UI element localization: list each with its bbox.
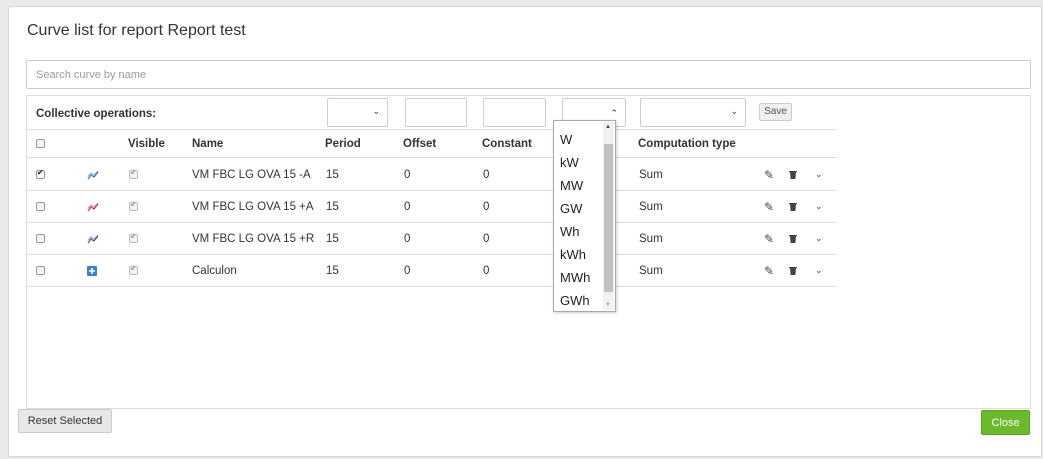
- line-chart-icon: [87, 223, 99, 254]
- visible-checkbox: [129, 232, 138, 243]
- chevron-down-icon[interactable]: ⌄: [815, 255, 823, 286]
- table-header: Visible Name Period Offset Constant Comp…: [27, 129, 837, 158]
- trash-icon[interactable]: [789, 223, 797, 254]
- chevron-down-icon[interactable]: ⌄: [815, 191, 823, 222]
- curve-constant: 0: [483, 168, 490, 181]
- scroll-up-icon[interactable]: ▲: [605, 124, 611, 130]
- collective-operations-label: Collective operations:: [36, 108, 157, 120]
- chevron-down-icon[interactable]: ⌄: [815, 159, 823, 190]
- column-header-visible: Visible: [128, 137, 165, 150]
- select-all-checkbox[interactable]: [36, 139, 45, 148]
- curve-name: VM FBC LG OVA 15 +R: [192, 232, 315, 245]
- pencil-icon[interactable]: ✎: [764, 191, 774, 222]
- pencil-icon[interactable]: ✎: [764, 255, 774, 286]
- table-row: Calculon 15 0 0 Sum ✎ ⌄: [27, 255, 837, 287]
- column-header-computation-type: Computation type: [638, 137, 736, 150]
- curve-name: VM FBC LG OVA 15 +A: [192, 200, 314, 213]
- close-button[interactable]: Close: [981, 410, 1030, 435]
- trash-icon[interactable]: [789, 159, 797, 190]
- row-select-checkbox[interactable]: [36, 202, 45, 211]
- curve-table-panel: Collective operations: ⌄ ⌃ ⌄ Save Visibl…: [26, 95, 1031, 409]
- line-chart-icon: [87, 191, 99, 222]
- unit-option[interactable]: Wh: [560, 224, 580, 239]
- curve-period: 15: [326, 168, 339, 181]
- curve-computation-type: Sum: [639, 264, 663, 277]
- chevron-down-icon[interactable]: ⌄: [815, 223, 823, 254]
- curve-offset: 0: [404, 232, 411, 245]
- collective-offset-input[interactable]: [405, 98, 467, 127]
- table-row: VM FBC LG OVA 15 +A 15 0 0 Sum ✎ ⌄: [27, 191, 837, 223]
- dialog-title: Curve list for report Report test: [27, 22, 246, 39]
- visible-checkbox: [129, 264, 138, 275]
- row-select-checkbox[interactable]: [36, 168, 45, 179]
- column-header-name: Name: [192, 137, 224, 150]
- save-button[interactable]: Save: [759, 103, 792, 121]
- unit-option[interactable]: MWh: [560, 270, 590, 285]
- curve-list-dialog: Curve list for report Report test Collec…: [8, 6, 1042, 457]
- pencil-icon[interactable]: ✎: [764, 223, 774, 254]
- curve-constant: 0: [483, 264, 490, 277]
- collective-constant-input[interactable]: [483, 98, 546, 127]
- curve-name: Calculon: [192, 264, 237, 277]
- scroll-down-icon[interactable]: ▼: [605, 302, 611, 308]
- column-header-offset: Offset: [403, 137, 437, 150]
- curve-name: VM FBC LG OVA 15 -A: [192, 168, 311, 181]
- trash-icon[interactable]: [789, 255, 797, 286]
- unit-option[interactable]: GW: [560, 201, 582, 216]
- unit-dropdown-list[interactable]: WkW MW GW Wh kWh MWh GWh ▲ ▼: [553, 120, 616, 312]
- pencil-icon[interactable]: ✎: [764, 159, 774, 190]
- curve-offset: 0: [404, 168, 411, 181]
- plus-square-icon: [87, 255, 97, 286]
- curve-computation-type: Sum: [639, 200, 663, 213]
- curve-offset: 0: [404, 200, 411, 213]
- curve-constant: 0: [483, 232, 490, 245]
- line-chart-icon: [87, 159, 99, 190]
- chevron-down-icon: ⌄: [372, 106, 380, 116]
- chevron-down-icon: ⌄: [730, 106, 738, 116]
- trash-icon[interactable]: [789, 191, 797, 222]
- scrollbar-thumb[interactable]: [604, 144, 613, 292]
- curve-period: 15: [326, 232, 339, 245]
- reset-selected-button[interactable]: Reset Selected: [18, 409, 112, 433]
- column-header-period: Period: [325, 137, 361, 150]
- search-input[interactable]: [26, 60, 1031, 89]
- chevron-up-icon: ⌃: [610, 108, 618, 118]
- collective-select-1[interactable]: ⌄: [327, 98, 388, 127]
- column-header-constant: Constant: [482, 137, 532, 150]
- visible-checkbox: [129, 200, 138, 211]
- unit-option[interactable]: kW: [560, 155, 579, 170]
- table-row: VM FBC LG OVA 15 +R 15 0 0 Sum ✎ ⌄: [27, 223, 837, 255]
- table-row: VM FBC LG OVA 15 -A 15 0 0 Sum ✎ ⌄: [27, 159, 837, 191]
- row-select-checkbox[interactable]: [36, 266, 45, 275]
- curve-period: 15: [326, 200, 339, 213]
- dropdown-scrollbar[interactable]: ▲ ▼: [603, 122, 614, 310]
- curve-offset: 0: [404, 264, 411, 277]
- curve-computation-type: Sum: [639, 168, 663, 181]
- visible-checkbox: [129, 168, 138, 179]
- curve-constant: 0: [483, 200, 490, 213]
- unit-option[interactable]: GWh: [560, 293, 590, 308]
- curve-period: 15: [326, 264, 339, 277]
- unit-option[interactable]: MW: [560, 178, 583, 193]
- collective-computation-select[interactable]: ⌄: [640, 98, 746, 127]
- unit-option[interactable]: kWh: [560, 247, 586, 262]
- unit-option[interactable]: W: [560, 132, 572, 147]
- row-select-checkbox[interactable]: [36, 234, 45, 243]
- curve-computation-type: Sum: [639, 232, 663, 245]
